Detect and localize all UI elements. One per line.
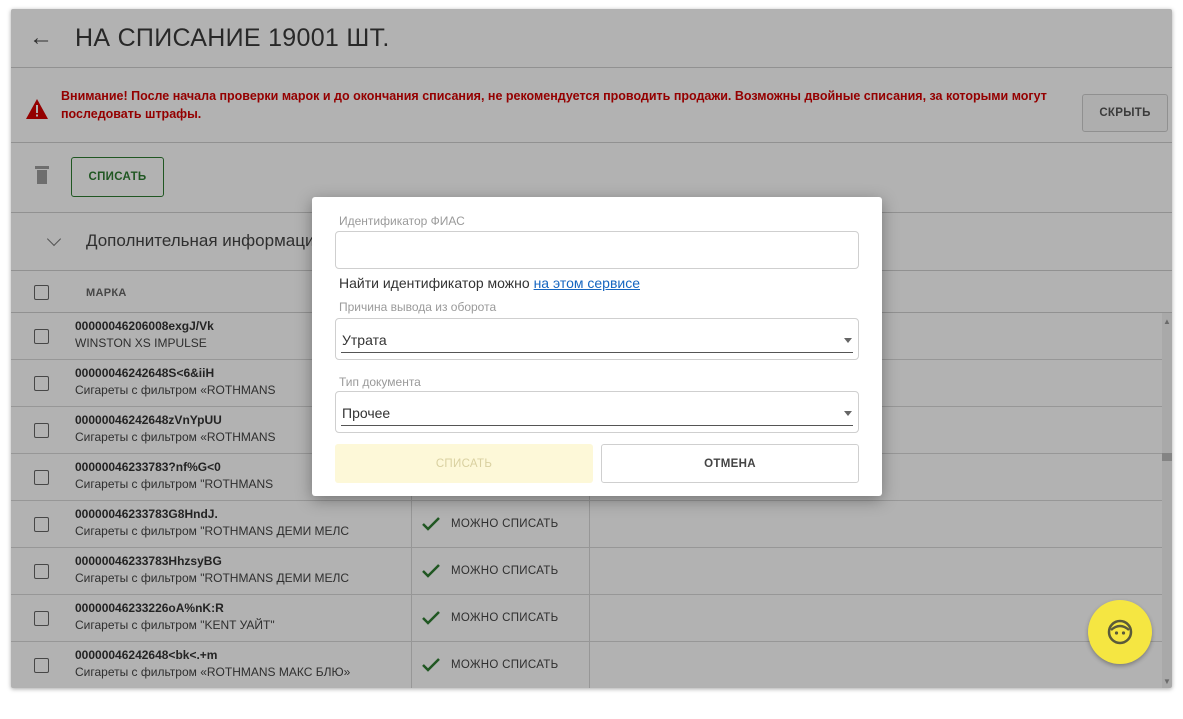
- reason-select[interactable]: Утрата: [335, 318, 859, 360]
- chat-support-icon: [1107, 619, 1133, 645]
- reason-value: Утрата: [342, 332, 387, 348]
- fias-input[interactable]: [335, 231, 859, 269]
- fias-hint: Найти идентификатор можно на этом сервис…: [339, 275, 640, 291]
- reason-label: Причина вывода из оборота: [339, 300, 497, 314]
- doctype-label: Тип документа: [339, 375, 421, 389]
- chat-support-button[interactable]: [1088, 600, 1152, 664]
- doctype-value: Прочее: [342, 405, 391, 421]
- fias-service-link[interactable]: на этом сервисе: [534, 275, 640, 291]
- writeoff-dialog: Идентификатор ФИАС Найти идентификатор м…: [312, 197, 882, 496]
- dialog-cancel-button[interactable]: ОТМЕНА: [601, 444, 859, 483]
- dropdown-arrow-icon[interactable]: [844, 411, 852, 416]
- fias-label: Идентификатор ФИАС: [339, 214, 465, 228]
- fias-hint-text: Найти идентификатор можно: [339, 275, 534, 291]
- dialog-submit-button[interactable]: СПИСАТЬ: [335, 444, 593, 483]
- doctype-select[interactable]: Прочее: [335, 391, 859, 433]
- dropdown-arrow-icon[interactable]: [844, 338, 852, 343]
